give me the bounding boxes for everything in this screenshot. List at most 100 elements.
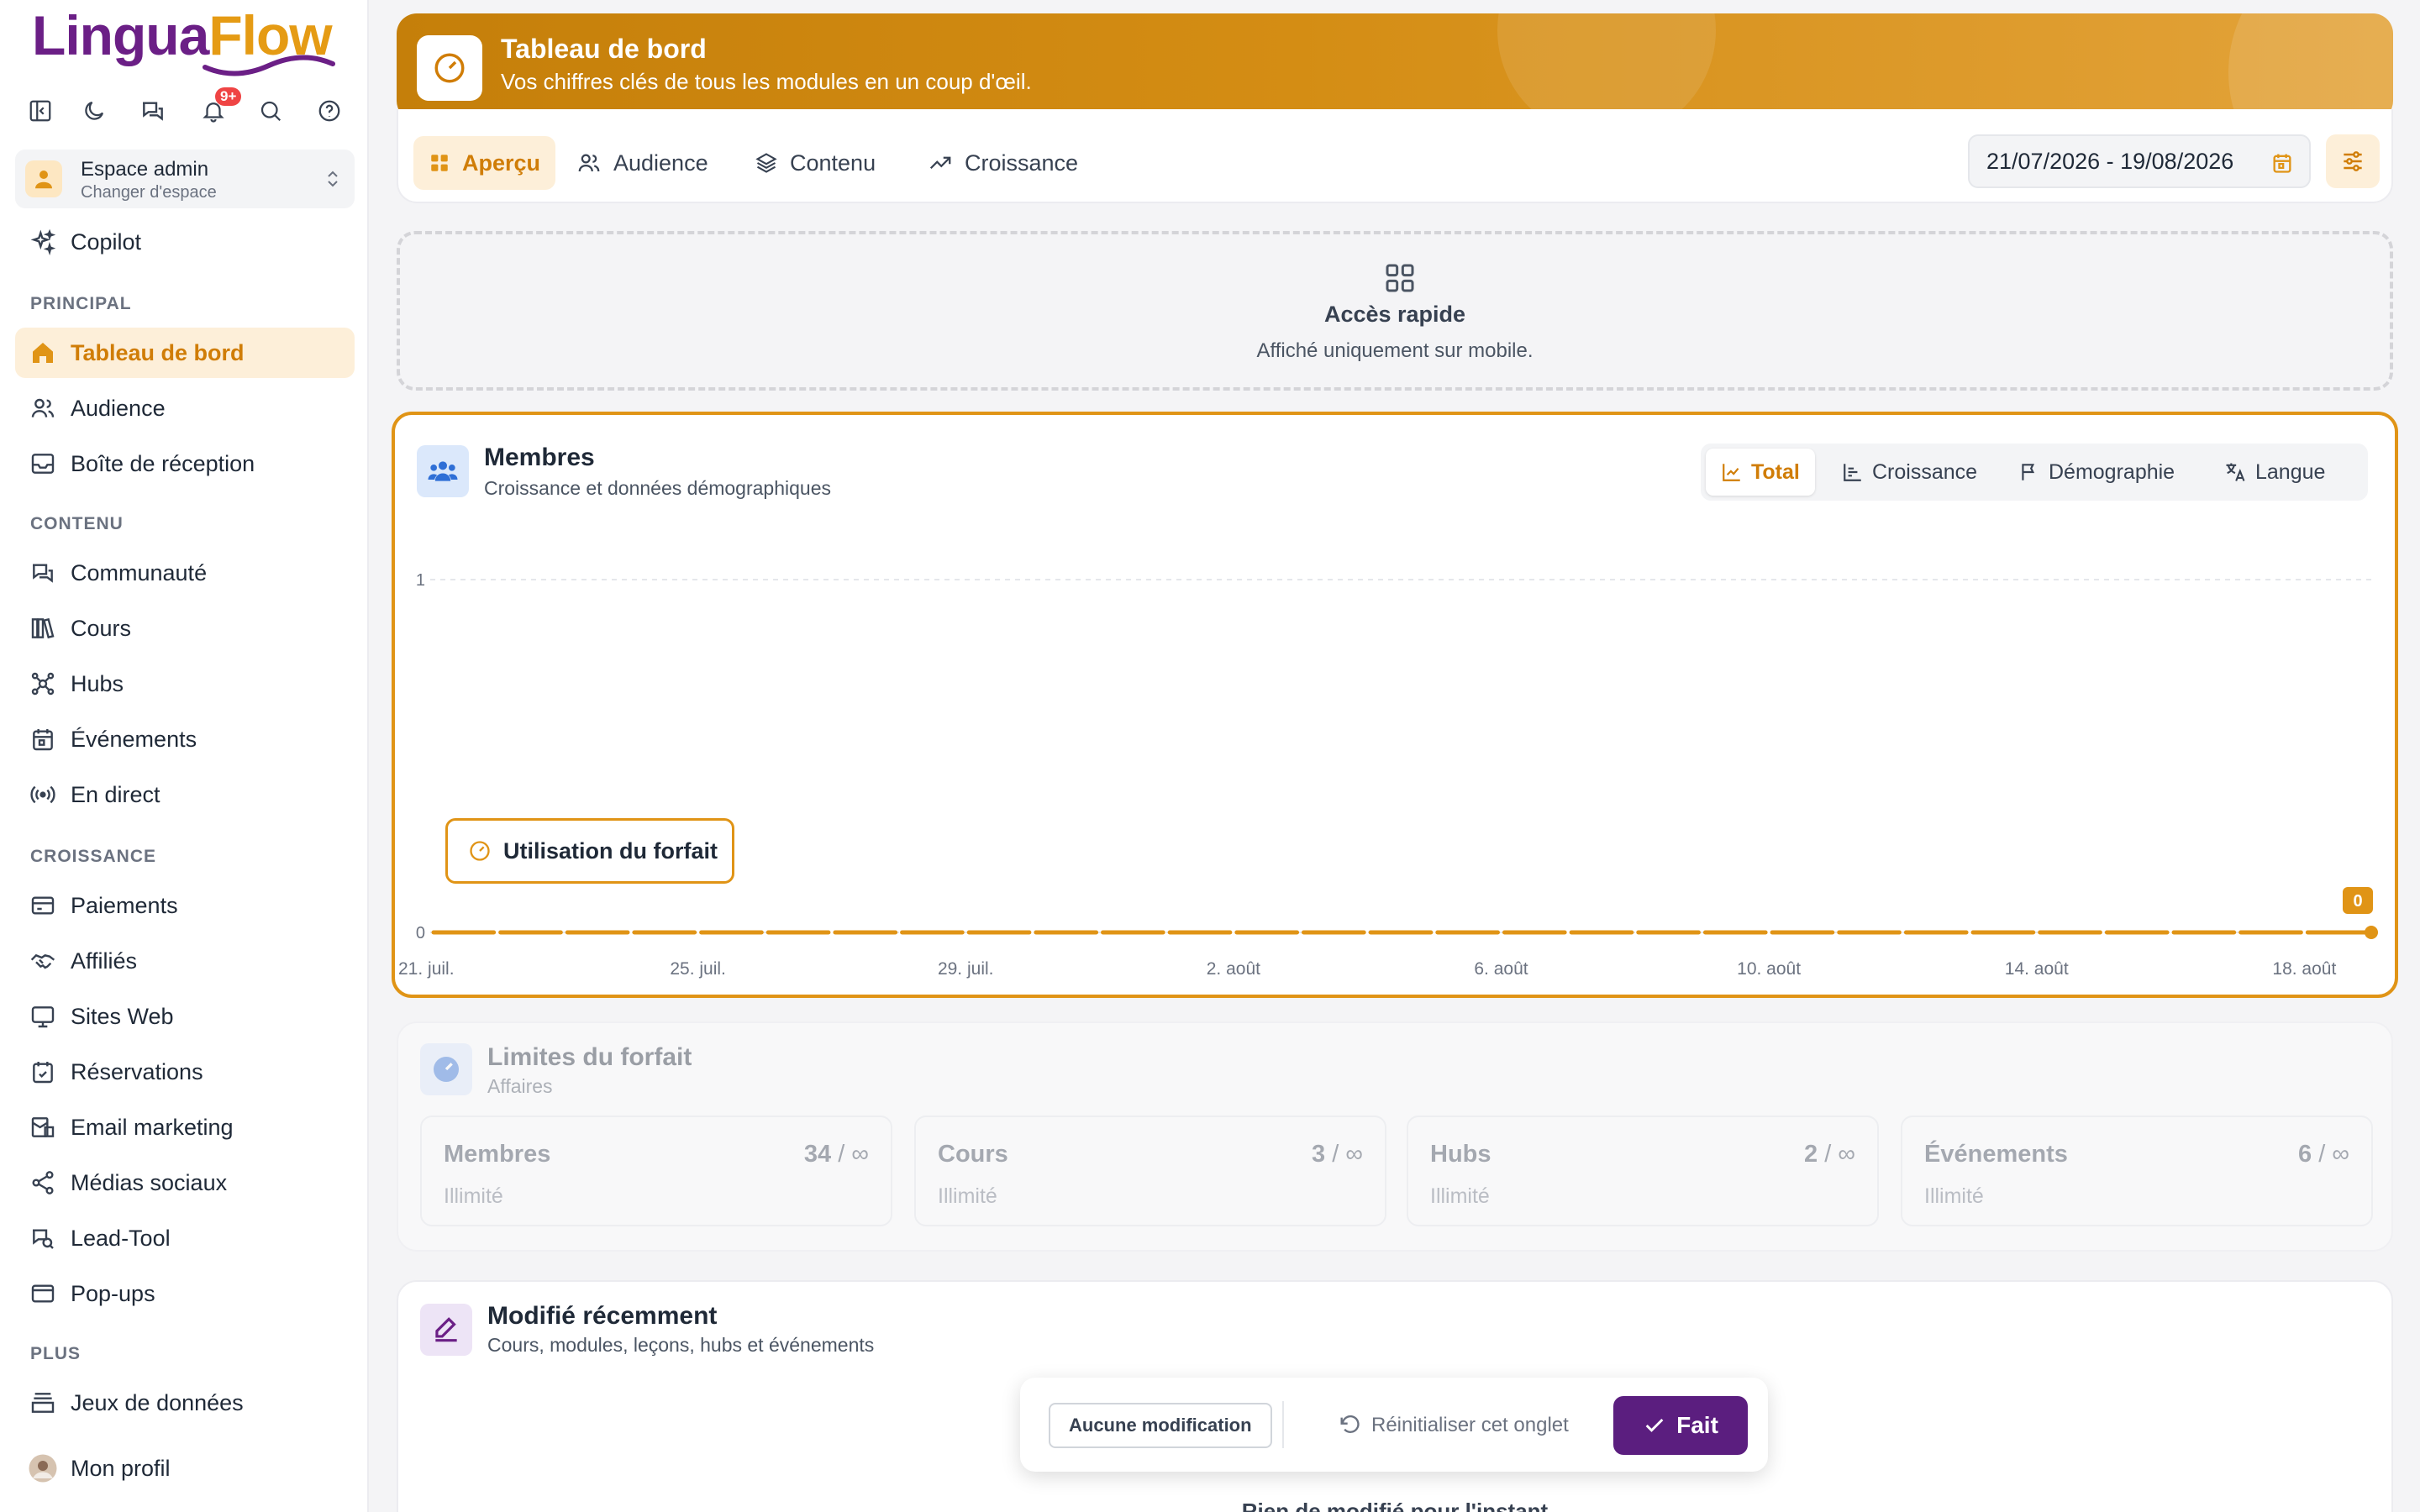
chart-y-tick: 1 [416, 571, 425, 590]
done-button[interactable]: Fait [1613, 1396, 1748, 1455]
workspace-avatar-icon [25, 160, 62, 197]
check-icon [1645, 1418, 1664, 1432]
nav-email-marketing[interactable]: Email marketing [15, 1102, 355, 1152]
edit-icon [420, 1304, 472, 1356]
limit-sub: Illimité [938, 1184, 997, 1208]
nav-label: Copilot [71, 228, 142, 255]
tab-label: Contenu [790, 150, 876, 176]
nav-bookings[interactable]: Réservations [15, 1047, 355, 1097]
nav-dashboard[interactable]: Tableau de bord [15, 328, 355, 378]
tab-label: Audience [613, 150, 708, 176]
nav-social-media[interactable]: Médias sociaux [15, 1158, 355, 1208]
nav-hubs[interactable]: Hubs [15, 659, 355, 709]
chart-x-tick: 14. août [2005, 959, 2069, 979]
section-principal: PRINCIPAL [30, 294, 132, 313]
nav-lead-tool[interactable]: Lead-Tool [15, 1213, 355, 1263]
segment-label: Croissance [1872, 459, 1978, 484]
nav-label: Mon profil [71, 1455, 171, 1481]
nav-profile[interactable]: Mon profil [15, 1443, 355, 1494]
books-icon [27, 612, 59, 644]
tab-growth[interactable]: Croissance [913, 136, 1093, 190]
chart-last-point [2365, 926, 2378, 939]
recent-subtitle: Cours, modules, leçons, hubs et événemen… [487, 1334, 875, 1356]
inbox-icon [27, 448, 59, 480]
nav-datasets[interactable]: Jeux de données [15, 1378, 355, 1428]
notifications-badge: 9+ [215, 87, 242, 106]
segment-growth[interactable]: Croissance [1827, 449, 1992, 496]
nav-label: Tableau de bord [71, 339, 245, 365]
date-range-picker[interactable]: 21/07/2026 - 19/08/2026 [1968, 134, 2311, 188]
limit-name: Membres [444, 1141, 551, 1168]
tab-label: Aperçu [462, 150, 541, 176]
tab-audience[interactable]: Audience [561, 136, 723, 190]
limits-title: Limites du forfait [487, 1043, 692, 1071]
nav-websites[interactable]: Sites Web [15, 991, 355, 1042]
nav-community[interactable]: Communauté [15, 548, 355, 598]
limit-events: Événements 6 / ∞ Illimité [1901, 1116, 2373, 1226]
recent-empty-text: Rien de modifié pour l'instant [1241, 1499, 1549, 1512]
nav-label: Audience [71, 395, 166, 421]
nav-live[interactable]: En direct [15, 769, 355, 820]
nav-events[interactable]: Événements [15, 714, 355, 764]
nav-popups[interactable]: Pop-ups [15, 1268, 355, 1319]
limit-sub: Illimité [444, 1184, 503, 1208]
nav-label: Lead-Tool [71, 1225, 171, 1251]
segment-label: Total [1751, 459, 1800, 484]
nav-label: Email marketing [71, 1114, 234, 1140]
workspace-switcher[interactable]: Espace admin Changer d'espace [15, 150, 355, 208]
segment-total[interactable]: Total [1706, 449, 1815, 496]
plan-usage-button[interactable]: Utilisation du forfait [445, 818, 734, 884]
members-title: Membres [484, 444, 595, 471]
recent-title: Modifié récemment [487, 1302, 718, 1330]
filter-settings-button[interactable] [2326, 134, 2380, 188]
limit-value: 34 / ∞ [804, 1141, 869, 1168]
grid-icon [1386, 264, 1414, 292]
edit-mode-toolbar: Aucune modification Réinitialiser cet on… [1020, 1378, 1768, 1472]
sparkles-icon [27, 226, 59, 258]
tab-content[interactable]: Contenu [739, 136, 891, 190]
nav-label: Paiements [71, 892, 178, 918]
nav-label: Hubs [71, 670, 124, 696]
limit-count: 6 [2298, 1141, 2312, 1168]
tab-label: Croissance [965, 150, 1079, 176]
grid-icon [431, 155, 448, 171]
help-icon[interactable] [313, 94, 346, 128]
calendar-check-icon [27, 1056, 59, 1088]
nav-audience[interactable]: Audience [15, 383, 355, 433]
page-subtitle: Vos chiffres clés de tous les modules en… [501, 69, 1032, 94]
notifications-bell-icon[interactable]: 9+ [197, 87, 242, 128]
nav-inbox[interactable]: Boîte de réception [15, 438, 355, 489]
done-label: Fait [1676, 1412, 1718, 1438]
collapse-sidebar-icon[interactable] [24, 94, 57, 128]
dark-mode-moon-icon[interactable] [77, 94, 111, 128]
flag-icon [2022, 464, 2035, 480]
segment-language[interactable]: Langue [2208, 449, 2340, 496]
page-title: Tableau de bord [501, 34, 707, 64]
chat-bubbles-icon [27, 557, 59, 589]
search-icon[interactable] [254, 94, 287, 128]
lead-search-icon [27, 1222, 59, 1254]
tab-overview[interactable]: Aperçu [413, 136, 556, 190]
nav-label: Cours [71, 615, 132, 641]
nav-label: Communauté [71, 559, 208, 585]
segment-demographics[interactable]: Démographie [2003, 449, 2190, 496]
quick-access-title: Accès rapide [1323, 302, 1466, 327]
chart-x-tick: 18. août [2272, 959, 2336, 979]
translate-icon [2226, 463, 2245, 481]
nav-payments[interactable]: Paiements [15, 880, 355, 931]
calendar-icon [2273, 154, 2291, 173]
limit-count: 3 [1312, 1141, 1326, 1168]
reset-tab-button[interactable]: Réinitialiser cet onglet [1338, 1403, 1569, 1448]
section-contenu: CONTENU [30, 514, 124, 533]
nav-courses[interactable]: Cours [15, 603, 355, 654]
limit-max: / ∞ [838, 1141, 869, 1168]
messages-icon[interactable] [136, 94, 170, 128]
sidebar: LinguaFlow 9+ Espace admin Changer d'esp… [0, 0, 369, 1512]
quick-access-subtitle: Affiché uniquement sur mobile. [1256, 339, 1534, 362]
users-icon [27, 392, 59, 424]
nav-copilot[interactable]: Copilot [15, 217, 355, 267]
nav-label: En direct [71, 781, 160, 807]
limit-sub: Illimité [1924, 1184, 1984, 1208]
nav-affiliates[interactable]: Affiliés [15, 936, 355, 986]
speedometer-icon [420, 1043, 472, 1095]
